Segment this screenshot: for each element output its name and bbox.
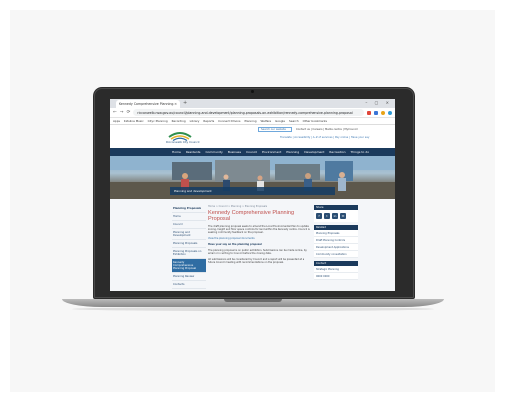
intro-paragraph: The draft planning proposal seeks to ame… xyxy=(208,225,310,234)
side-nav-item[interactable]: Kennedy Comprehensive Planning Proposal xyxy=(172,259,206,273)
content-area: Planning Proposals Home Council Planning a… xyxy=(110,199,395,291)
hero-caption-bar: Planning and development xyxy=(170,187,335,195)
browser-tab-bar: Kennedy Comprehensive Planning... × + – … xyxy=(110,99,395,108)
social-icon[interactable]: f xyxy=(316,213,322,219)
page-title: Kennedy Comprehensive Planning Proposal xyxy=(208,210,295,222)
side-nav-item[interactable]: Planning Proposals xyxy=(172,240,206,248)
section-subheading: Have your say on the planning proposal xyxy=(208,243,262,246)
bookmark-item[interactable]: Cityc Planning xyxy=(148,119,168,123)
bookmark-item[interactable]: Recording xyxy=(172,119,186,123)
side-nav-item[interactable]: Planning and Development xyxy=(172,229,206,240)
breadcrumb[interactable]: Home > Council > Planning > Planning Pro… xyxy=(208,205,312,208)
laptop-shadow xyxy=(72,307,434,311)
utility-links[interactable]: Translate | Accessibility | A–Z of servi… xyxy=(280,136,369,139)
browser-tab[interactable]: Kennedy Comprehensive Planning... × xyxy=(116,100,180,108)
address-bar: ← → ⟳ ricconwelb.nsw.gov.au/council/plan… xyxy=(110,108,395,118)
nav-item[interactable]: Community xyxy=(205,150,222,154)
bookmark-item[interactable]: Library xyxy=(190,119,200,123)
bookmark-item[interactable]: Google xyxy=(275,119,285,123)
top-links[interactable]: Contact us | Careers | Media centre | My… xyxy=(296,128,358,131)
window-controls[interactable]: – ▢ × xyxy=(365,100,392,105)
side-nav-item[interactable]: Home xyxy=(172,213,206,221)
extension-icon[interactable] xyxy=(374,110,378,115)
nav-item[interactable]: Home xyxy=(172,150,181,154)
bookmark-item[interactable]: Other bookmarks xyxy=(303,119,327,123)
body-paragraph: The planning proposal is on public exhib… xyxy=(208,249,307,255)
profile-avatar-icon[interactable] xyxy=(381,110,385,115)
contact-line: 9000 0000 xyxy=(314,273,358,280)
side-nav-list: Home Council Planning and Development Plann… xyxy=(172,213,206,289)
bookmark-item[interactable]: Apps xyxy=(113,119,120,123)
tab-title: Kennedy Comprehensive Planning... xyxy=(119,102,175,106)
social-icon[interactable]: ✉ xyxy=(340,213,346,219)
related-link[interactable]: Community consultation xyxy=(314,251,358,258)
bookmark-item[interactable]: Planning xyxy=(244,119,256,123)
back-icon[interactable]: ← xyxy=(113,110,117,115)
hero-caption: Planning and development xyxy=(174,189,212,193)
camera-icon xyxy=(251,90,254,93)
side-nav-heading: Planning Proposals xyxy=(172,205,206,213)
nav-item[interactable]: Council xyxy=(246,150,257,154)
social-icon[interactable]: in xyxy=(332,213,338,219)
laptop-screen: Kennedy Comprehensive Planning... × + – … xyxy=(110,99,395,291)
related-link[interactable]: Planning Proposals xyxy=(314,230,358,237)
documents-link[interactable]: View the planning proposal documents xyxy=(208,237,255,240)
related-links: Planning Proposals Draft Planning Control… xyxy=(314,230,358,258)
bookmark-item[interactable]: Kidsline Music xyxy=(124,119,144,123)
account-icon[interactable] xyxy=(388,110,392,115)
tab-close-icon[interactable]: × xyxy=(174,102,177,106)
laptop-notch xyxy=(224,299,282,302)
nav-item[interactable]: Recreation xyxy=(329,150,345,154)
nav-item[interactable]: Residents xyxy=(186,150,201,154)
site-header: Ricconwelb City Council Search our websi… xyxy=(110,125,395,148)
related-link[interactable]: Development Applications xyxy=(314,244,358,251)
side-nav-item[interactable]: Planning Review xyxy=(172,273,206,281)
contact-line: Strategic Planning xyxy=(314,266,358,273)
stage: Kennedy Comprehensive Planning... × + – … xyxy=(0,0,505,403)
bookmarks-bar: Apps Kidsline Music Cityc Planning Recordin… xyxy=(110,118,395,125)
side-nav-item[interactable]: Council xyxy=(172,221,206,229)
nav-item[interactable]: Things to do xyxy=(350,150,369,154)
related-link[interactable]: Draft Planning Controls xyxy=(314,237,358,244)
nav-item[interactable]: Planning xyxy=(286,150,299,154)
bookmark-item[interactable]: Welfare xyxy=(261,119,272,123)
reload-icon[interactable]: ⟳ xyxy=(127,110,131,115)
forward-icon[interactable]: → xyxy=(120,110,124,115)
main-navigation: Home Residents Community Business Council Env… xyxy=(110,148,395,156)
bookmark-item[interactable]: Search xyxy=(289,119,299,123)
social-links: f t in ✉ xyxy=(314,210,358,222)
extension-icon[interactable] xyxy=(367,110,371,115)
body-paragraph: All submissions will be considered by Co… xyxy=(208,258,305,264)
logo-text: Ricconwelb City Council xyxy=(166,140,200,144)
url-input[interactable]: ricconwelb.nsw.gov.au/council/planning-a… xyxy=(133,109,364,116)
side-navigation: Planning Proposals Home Council Planning a… xyxy=(172,205,206,289)
nav-item[interactable]: Business xyxy=(228,150,241,154)
nav-item[interactable]: Development xyxy=(304,150,324,154)
social-icon[interactable]: t xyxy=(324,213,330,219)
site-search-input[interactable]: Search our website xyxy=(258,127,292,132)
side-nav-item[interactable]: Planning Proposals on Exhibition xyxy=(172,248,206,259)
nav-item[interactable]: Environment xyxy=(262,150,281,154)
web-page: Ricconwelb City Council Search our websi… xyxy=(110,125,395,291)
bookmark-item[interactable]: Reports xyxy=(203,119,214,123)
main-content: Home > Council > Planning > Planning Pro… xyxy=(208,205,312,264)
bookmark-item[interactable]: Connect Dmons xyxy=(218,119,240,123)
side-nav-item[interactable]: Contacts xyxy=(172,281,206,289)
right-sidebar: Share f t in ✉ Related Planning Proposals Dr… xyxy=(314,205,358,280)
contact-details: Strategic Planning 9000 0000 xyxy=(314,266,358,280)
new-tab-icon[interactable]: + xyxy=(183,101,187,106)
hero-banner: Planning and development xyxy=(110,156,395,199)
